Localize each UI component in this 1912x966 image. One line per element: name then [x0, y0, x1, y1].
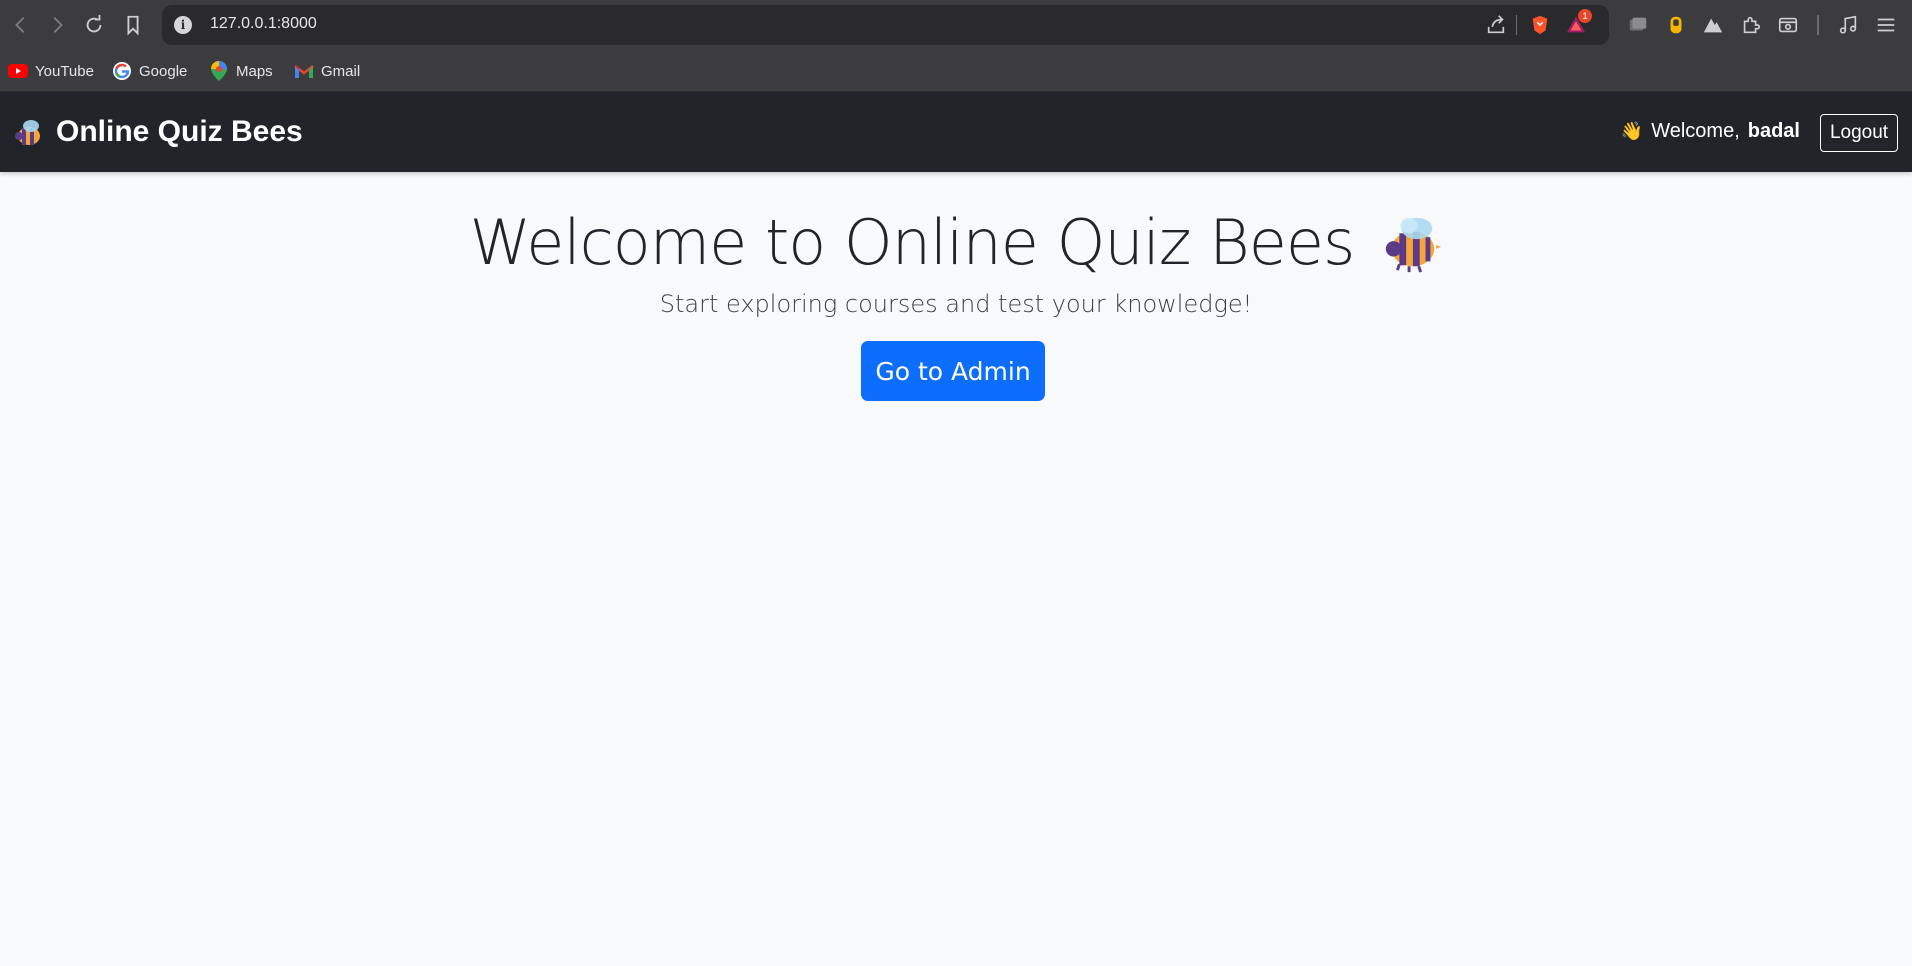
- notification-badge: 1: [1578, 9, 1592, 23]
- bookmarks-bar: YouTube Google Maps Gmail: [0, 50, 1912, 92]
- brave-shield-icon[interactable]: [1528, 13, 1552, 37]
- toolbar-divider: [1817, 15, 1819, 35]
- go-to-admin-button[interactable]: Go to Admin: [861, 341, 1045, 401]
- bookmark-label: Gmail: [321, 62, 361, 80]
- bee-icon: [15, 120, 40, 145]
- hero-heading: Welcome to Online Quiz Bees: [0, 206, 1912, 279]
- extension-yellow-icon[interactable]: [1662, 11, 1690, 39]
- omnibox-divider: [1516, 15, 1517, 35]
- maps-icon: [209, 61, 229, 81]
- brave-rewards-icon[interactable]: 1: [1564, 9, 1592, 37]
- url-text[interactable]: 127.0.0.1:8000: [210, 15, 317, 33]
- arrow-left-icon: [15, 17, 25, 33]
- waving-hand-icon: 👋: [1620, 121, 1644, 141]
- gmail-icon: [294, 61, 314, 81]
- bookmark-label: Google: [139, 62, 188, 80]
- bookmark-gmail[interactable]: Gmail: [294, 59, 360, 83]
- share-icon[interactable]: [1484, 13, 1508, 37]
- youtube-icon: [8, 61, 28, 81]
- bookmark-youtube[interactable]: YouTube: [8, 59, 94, 83]
- welcome-prefix: Welcome,: [1651, 120, 1740, 142]
- username: badal: [1747, 120, 1800, 142]
- brand-link[interactable]: Online Quiz Bees: [12, 112, 303, 152]
- bookmark-button[interactable]: [118, 10, 148, 40]
- info-icon[interactable]: i: [174, 16, 192, 34]
- menu-icon[interactable]: [1872, 11, 1900, 39]
- back-button[interactable]: [6, 10, 36, 40]
- reload-button[interactable]: [79, 10, 109, 40]
- bookmark-label: YouTube: [35, 62, 94, 80]
- extensions-puzzle-icon[interactable]: [1737, 11, 1765, 39]
- extension-mountain-icon[interactable]: [1699, 11, 1727, 39]
- bookmark-maps[interactable]: Maps: [209, 59, 273, 83]
- media-music-icon[interactable]: [1834, 11, 1862, 39]
- logout-button[interactable]: Logout: [1820, 114, 1898, 152]
- google-icon: [112, 61, 132, 81]
- page-title: Welcome to Online Quiz Bees: [469, 206, 1356, 279]
- reload-icon: [86, 14, 102, 33]
- bookmark-label: Maps: [236, 62, 273, 80]
- arrow-right-icon: [53, 17, 63, 33]
- forward-button[interactable]: [42, 10, 72, 40]
- browser-toolbar: i 127.0.0.1:8000 1: [0, 0, 1912, 50]
- address-bar[interactable]: i 127.0.0.1:8000 1: [162, 5, 1609, 45]
- bookmark-icon: [127, 15, 139, 36]
- hero-subtitle: Start exploring courses and test your kn…: [659, 290, 1253, 318]
- site-navbar: Online Quiz Bees 👋 Welcome, badal Logout: [0, 92, 1912, 172]
- bookmark-google[interactable]: Google: [112, 59, 187, 83]
- bee-icon: [1386, 217, 1442, 273]
- sidebar-icon[interactable]: [1774, 11, 1802, 39]
- welcome-message: 👋 Welcome, badal: [1621, 120, 1800, 143]
- brand-title: Online Quiz Bees: [56, 115, 303, 148]
- tab-manager-icon[interactable]: [1624, 11, 1652, 39]
